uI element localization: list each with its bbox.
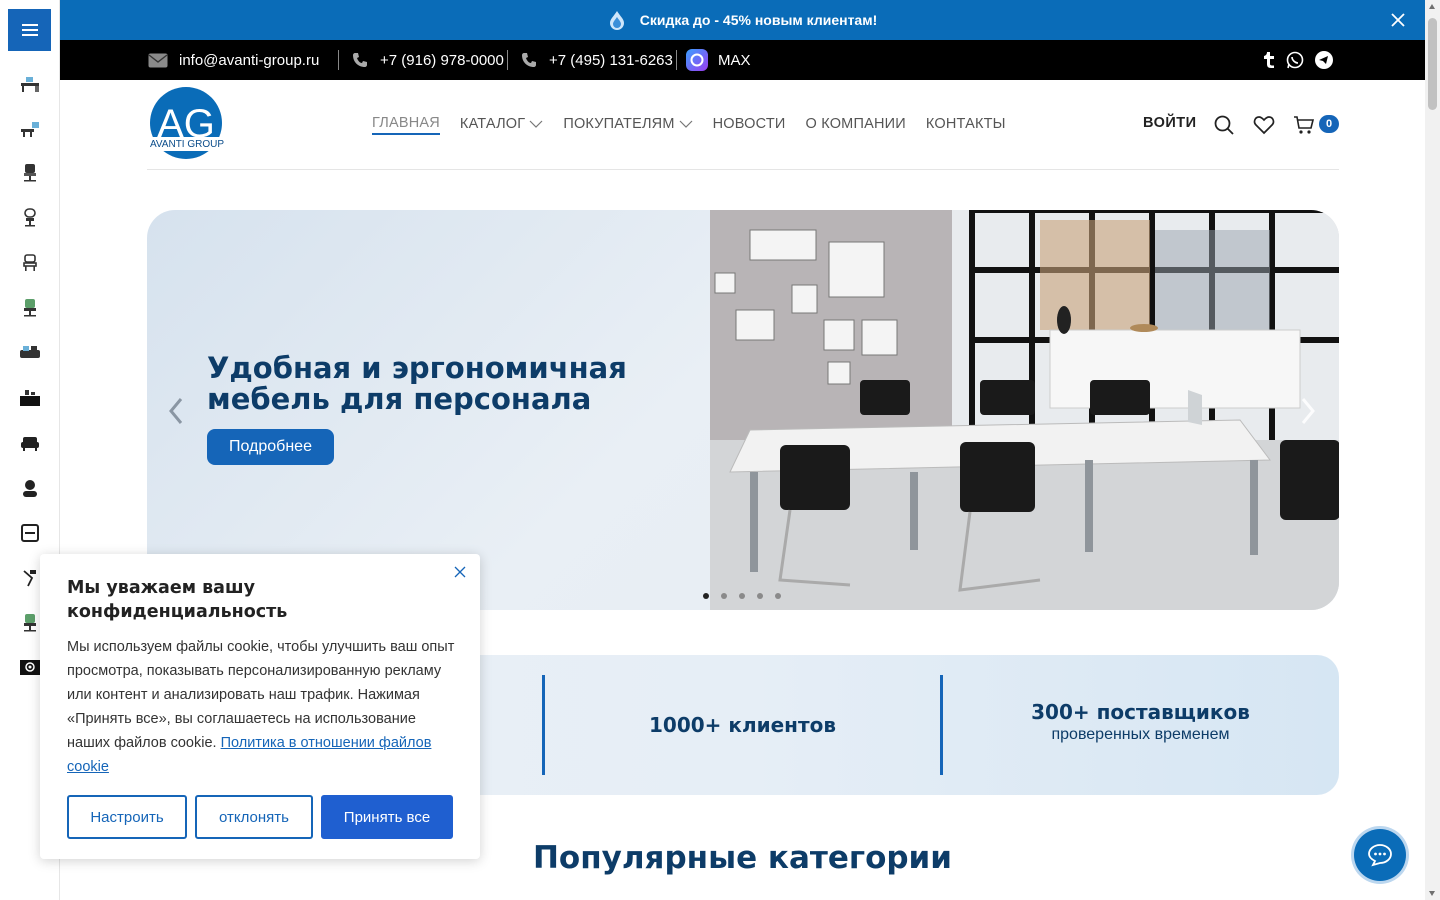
rail-safe-icon[interactable] bbox=[18, 656, 42, 680]
reject-button[interactable]: отклонять bbox=[195, 795, 313, 839]
stat-caption: проверенных временем bbox=[1051, 726, 1230, 743]
phone2-link[interactable]: +7 (495) 131-6263 bbox=[521, 40, 673, 80]
promo-text: Скидка до - 45% новым клиентам! bbox=[639, 12, 878, 28]
nav-about[interactable]: О КОМПАНИИ bbox=[806, 113, 906, 135]
nav-label: КОНТАКТЫ bbox=[925, 116, 1006, 132]
stat-clients: 1000+ клиентов bbox=[545, 713, 940, 737]
heart-icon[interactable] bbox=[1253, 114, 1275, 136]
nav-news[interactable]: НОВОСТИ bbox=[713, 113, 786, 135]
chevron-down-icon bbox=[679, 120, 693, 128]
nav-catalog[interactable]: КАТАЛОГ bbox=[460, 113, 543, 135]
stat-value: 1000+ клиентов bbox=[649, 713, 836, 737]
logo-text: AVANTI GROUP bbox=[150, 139, 224, 150]
header-divider bbox=[147, 169, 1339, 170]
slider-dot[interactable] bbox=[703, 593, 709, 599]
slider-dots bbox=[703, 593, 793, 599]
rail-mesh-chair-icon[interactable] bbox=[18, 296, 42, 320]
phone1-text: +7 (916) 978-0000 bbox=[380, 51, 504, 69]
chevron-left-icon[interactable] bbox=[167, 396, 185, 426]
rail-sofa-icon[interactable] bbox=[18, 431, 42, 455]
slider-dot[interactable] bbox=[739, 593, 745, 599]
nav-label: ПОКУПАТЕЛЯМ bbox=[563, 116, 675, 132]
telegram-icon[interactable] bbox=[1314, 50, 1334, 70]
rail-lamp-icon[interactable] bbox=[18, 566, 42, 590]
drop-icon bbox=[609, 11, 624, 30]
divider bbox=[338, 50, 339, 70]
hero-title: Удобная и эргономичная мебель для персон… bbox=[207, 353, 687, 415]
rail-armchair-icon[interactable] bbox=[18, 206, 42, 230]
scroll-thumb[interactable] bbox=[1428, 18, 1437, 110]
scroll-up-icon[interactable] bbox=[1429, 4, 1435, 9]
divider bbox=[676, 50, 677, 70]
rail-lounge-icon[interactable] bbox=[18, 341, 42, 365]
rail-reception-icon[interactable] bbox=[18, 386, 42, 410]
whatsapp-icon[interactable] bbox=[1285, 50, 1305, 70]
nav-label: КАТАЛОГ bbox=[459, 116, 526, 132]
cookie-consent-dialog: Мы уважаем вашу конфиденциальность Мы ис… bbox=[40, 554, 480, 859]
tumblr-icon[interactable] bbox=[1259, 50, 1279, 70]
nav-home[interactable]: ГЛАВНАЯ bbox=[372, 113, 440, 135]
page-scrollbar[interactable] bbox=[1425, 0, 1440, 900]
accept-all-button[interactable]: Принять все bbox=[321, 795, 453, 839]
stat-suppliers: 300+ поставщиков проверенных временем bbox=[943, 700, 1338, 744]
phone1-link[interactable]: +7 (916) 978-0000 bbox=[352, 40, 504, 80]
slider-dot[interactable] bbox=[775, 593, 781, 599]
rail-operator-icon[interactable] bbox=[18, 476, 42, 500]
nav-customers[interactable]: ПОКУПАТЕЛЯМ bbox=[563, 113, 693, 135]
promo-banner: Скидка до - 45% новым клиентам! bbox=[60, 0, 1425, 40]
rail-partition-icon[interactable] bbox=[18, 521, 42, 545]
hero-title-line2: мебель для персонала bbox=[207, 382, 592, 416]
close-icon[interactable] bbox=[1389, 11, 1407, 29]
rail-seat-icon[interactable] bbox=[18, 251, 42, 275]
contacts-bar: info@avanti-group.ru +7 (916) 978-0000 +… bbox=[60, 40, 1425, 80]
cookie-title: Мы уважаем вашу конфиденциальность bbox=[67, 578, 288, 622]
email-text: info@avanti-group.ru bbox=[179, 51, 320, 69]
chat-icon bbox=[1368, 844, 1392, 867]
rail-chair-green-icon[interactable] bbox=[18, 611, 42, 635]
nav-contacts[interactable]: КОНТАКТЫ bbox=[926, 113, 1006, 135]
menu-button[interactable] bbox=[8, 9, 51, 51]
messenger-text: MAX bbox=[718, 51, 751, 69]
scroll-down-icon[interactable] bbox=[1429, 891, 1435, 896]
rail-desk-icon[interactable] bbox=[18, 72, 42, 96]
phone-icon bbox=[353, 53, 367, 67]
chevron-down-icon bbox=[529, 120, 543, 128]
hero-more-button[interactable]: Подробнее bbox=[207, 429, 334, 465]
hero-image bbox=[710, 210, 1339, 610]
customize-button[interactable]: Настроить bbox=[67, 795, 187, 839]
chat-button[interactable] bbox=[1354, 829, 1406, 881]
rail-office-icon[interactable] bbox=[18, 117, 42, 141]
max-messenger-icon bbox=[686, 49, 708, 71]
nav-label: ГЛАВНАЯ bbox=[372, 115, 440, 131]
search-icon[interactable] bbox=[1213, 114, 1235, 136]
cart-count-badge: 0 bbox=[1319, 115, 1339, 133]
nav-label: О КОМПАНИИ bbox=[805, 116, 906, 132]
rail-chair-icon[interactable] bbox=[18, 161, 42, 185]
stat-value: 300+ поставщиков bbox=[1031, 700, 1250, 724]
slider-dot[interactable] bbox=[757, 593, 763, 599]
slider-dot[interactable] bbox=[721, 593, 727, 599]
logo[interactable]: AG AVANTI GROUP bbox=[147, 87, 227, 163]
hero-slider: Удобная и эргономичная мебель для персон… bbox=[147, 210, 1339, 610]
cookie-body: Мы используем файлы cookie, чтобы улучши… bbox=[67, 635, 462, 779]
nav-label: НОВОСТИ bbox=[712, 116, 786, 132]
main-nav: ГЛАВНАЯ КАТАЛОГ ПОКУПАТЕЛЯМ НОВОСТИ О КО… bbox=[372, 113, 1026, 135]
divider bbox=[507, 50, 508, 70]
mail-icon bbox=[148, 53, 168, 67]
hero-title-line1: Удобная и эргономичная bbox=[207, 351, 627, 385]
hamburger-icon bbox=[21, 25, 38, 35]
phone2-text: +7 (495) 131-6263 bbox=[549, 51, 673, 69]
max-messenger-link[interactable]: MAX bbox=[686, 40, 751, 80]
chevron-right-icon[interactable] bbox=[1299, 396, 1317, 426]
close-icon[interactable] bbox=[454, 566, 466, 578]
email-link[interactable]: info@avanti-group.ru bbox=[148, 40, 319, 80]
login-button[interactable]: ВОЙТИ bbox=[1143, 115, 1197, 131]
cart-icon[interactable] bbox=[1293, 114, 1315, 136]
phone-icon bbox=[522, 53, 536, 67]
